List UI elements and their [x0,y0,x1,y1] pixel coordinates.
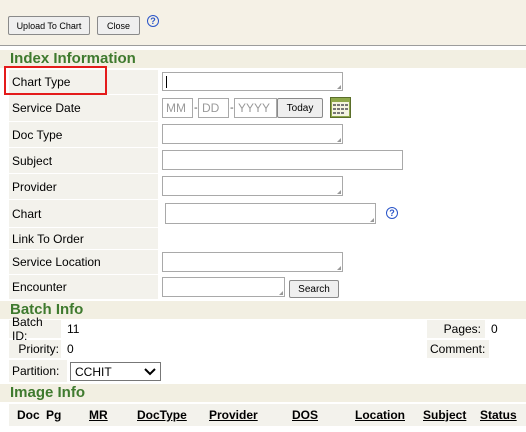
column-pg: Pg [46,408,62,422]
service-location-label: Service Location [9,250,158,274]
partition-row: Partition: CCHIT [9,360,526,382]
search-button[interactable]: Search [289,280,339,298]
partition-label: Partition: [9,360,67,382]
chart-row: Chart ? [9,200,526,227]
subject-row: Subject [9,148,526,173]
encounter-input[interactable] [162,277,285,297]
column-subject[interactable]: Subject [423,408,466,422]
doc-type-input[interactable] [162,124,343,144]
image-table-header: Doc Pg MR DocType Provider DOS Location … [9,404,526,426]
link-to-order-row: Link To Order [9,228,526,249]
chart-input[interactable] [165,203,376,224]
link-to-order-label: Link To Order [9,228,158,249]
column-location[interactable]: Location [355,408,405,422]
batch-id-row: Batch ID: 11 Pages: 0 [9,315,526,343]
chart-type-input[interactable] [162,72,343,91]
column-status[interactable]: Status [480,408,517,422]
day-input[interactable]: DD [198,98,229,118]
batch-id-value: 11 [64,320,424,338]
partition-selected-value: CCHIT [75,365,112,379]
priority-label: Priority: [9,340,61,358]
column-mr[interactable]: MR [89,408,108,422]
encounter-row: Encounter Search [9,275,526,299]
provider-row: Provider [9,174,526,199]
calendar-icon[interactable] [330,97,351,118]
chart-type-highlight-box [4,66,107,95]
column-doctype[interactable]: DocType [137,408,187,422]
today-button[interactable]: Today [277,98,323,118]
doc-type-label: Doc Type [9,122,158,147]
year-input[interactable]: YYYY [234,98,277,118]
partition-select[interactable]: CCHIT [70,362,161,381]
batch-info-heading: Batch Info [0,301,526,319]
priority-value: 0 [64,340,424,358]
pages-value: 0 [488,320,526,338]
toolbar: Upload To Chart Close ? [0,0,526,46]
comment-label: Comment: [427,340,489,358]
subject-input[interactable] [162,150,403,170]
column-provider[interactable]: Provider [209,408,258,422]
chevron-down-icon [144,366,156,380]
subject-label: Subject [9,148,158,173]
service-date-label: Service Date [9,95,158,121]
encounter-label: Encounter [9,275,158,299]
chart-help-icon[interactable]: ? [386,207,398,219]
close-button[interactable]: Close [97,16,140,35]
service-date-row: Service Date MM - DD - YYYY Today [9,95,526,121]
provider-input[interactable] [162,176,343,196]
pages-label: Pages: [427,320,485,338]
upload-to-chart-button[interactable]: Upload To Chart [8,16,90,35]
column-doc: Doc [17,408,40,422]
service-location-row: Service Location [9,250,526,274]
batch-id-label: Batch ID: [9,315,61,343]
service-location-input[interactable] [162,252,343,272]
chart-label: Chart [9,200,158,227]
month-input[interactable]: MM [162,98,193,118]
priority-row: Priority: 0 Comment: [9,340,526,358]
doc-type-row: Doc Type [9,122,526,147]
help-icon[interactable]: ? [147,15,159,27]
column-dos[interactable]: DOS [292,408,318,422]
comment-value [492,340,526,358]
image-info-heading: Image Info [0,384,526,402]
provider-label: Provider [9,174,158,199]
